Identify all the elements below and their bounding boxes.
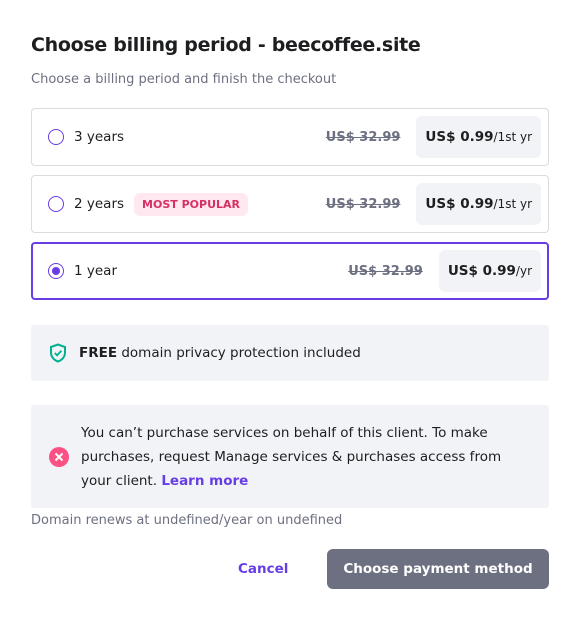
original-price: US$ 32.99 — [325, 196, 401, 212]
privacy-notice: FREE domain privacy protection included — [31, 325, 549, 381]
radio-button[interactable] — [48, 129, 64, 145]
privacy-text: domain privacy protection included — [117, 345, 361, 361]
price: US$ 0.99 — [425, 196, 494, 212]
price-tag: US$ 0.99/1st yr — [416, 183, 541, 225]
cancel-button[interactable]: Cancel — [238, 561, 288, 577]
price-tag: US$ 0.99/yr — [438, 250, 541, 292]
plan-option-2-years[interactable]: 2 years MOST POPULAR US$ 32.99 US$ 0.99/… — [31, 175, 549, 233]
choose-payment-method-button[interactable]: Choose payment method — [327, 549, 549, 589]
most-popular-badge: MOST POPULAR — [134, 192, 248, 216]
error-x-icon — [49, 446, 69, 467]
plan-label: 1 year — [74, 263, 117, 279]
price-tag: US$ 0.99/1st yr — [416, 116, 541, 158]
learn-more-link[interactable]: Learn more — [161, 473, 248, 489]
radio-button-selected[interactable] — [48, 263, 64, 279]
original-price: US$ 32.99 — [325, 129, 401, 145]
original-price: US$ 32.99 — [348, 263, 423, 279]
price: US$ 0.99 — [425, 129, 494, 145]
plan-label: 3 years — [74, 129, 125, 145]
plan-option-3-years[interactable]: 3 years US$ 32.99 US$ 0.99/1st yr — [31, 108, 549, 166]
plan-option-1-year[interactable]: 1 year US$ 32.99 US$ 0.99/yr — [31, 242, 549, 300]
price-period: /1st yr — [493, 130, 532, 144]
dialog-title: Choose billing period - beecoffee.site — [31, 34, 421, 56]
shield-check-icon — [50, 343, 66, 363]
error-alert: You can’t purchase services on behalf of… — [31, 405, 549, 508]
renewal-info: Domain renews at undefined/year on undef… — [31, 513, 343, 528]
dialog-subtitle: Choose a billing period and finish the c… — [31, 72, 337, 87]
plan-label: 2 years — [74, 196, 125, 212]
radio-button[interactable] — [48, 196, 64, 212]
price: US$ 0.99 — [447, 263, 516, 279]
price-period: /1st yr — [493, 197, 532, 211]
price-period: /yr — [515, 264, 532, 278]
free-label: FREE — [79, 345, 118, 361]
error-text: You can’t purchase services on behalf of… — [81, 424, 502, 489]
